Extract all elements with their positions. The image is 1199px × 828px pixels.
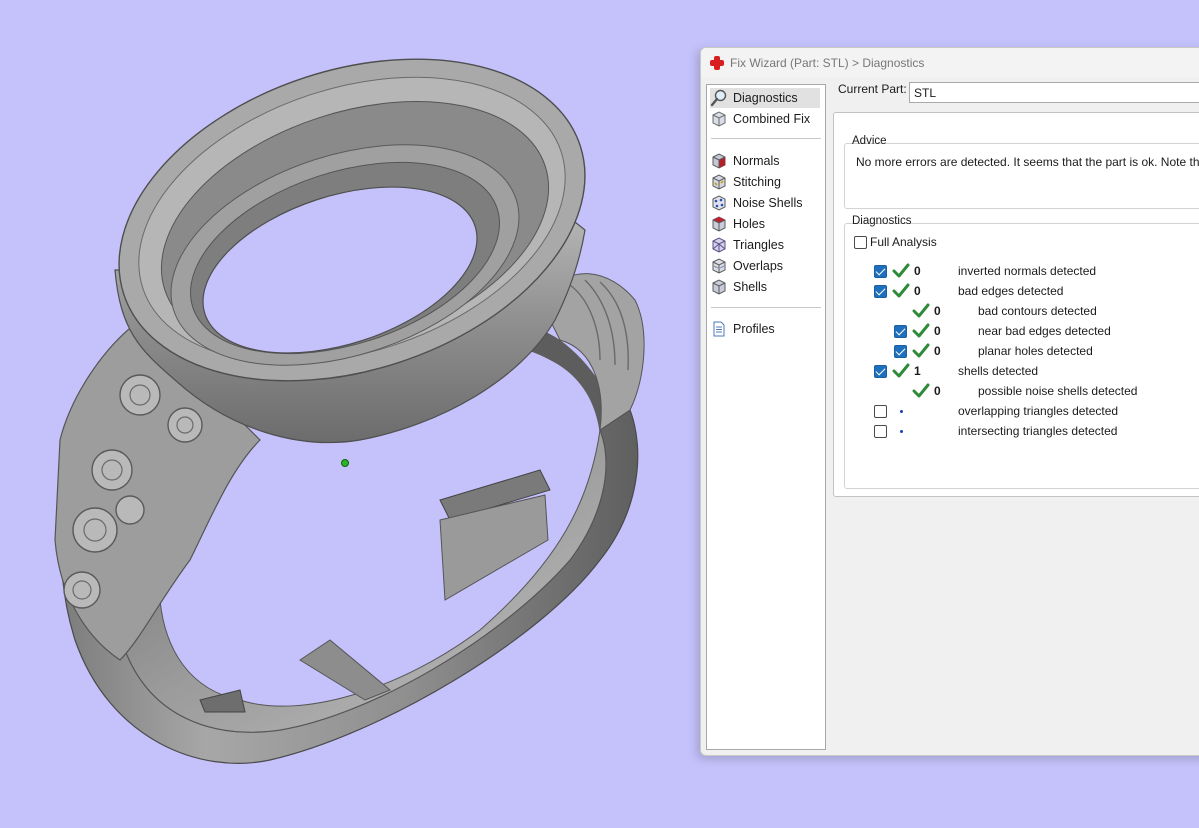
advice-title: Advice xyxy=(852,135,887,147)
nav-divider xyxy=(711,138,821,139)
nav-label: Profiles xyxy=(733,322,775,336)
current-part-field[interactable]: STL xyxy=(909,82,1199,103)
stitching-cube-icon xyxy=(712,174,726,190)
shells-checkbox[interactable] xyxy=(874,365,887,378)
nav-item-diagnostics[interactable]: Diagnostics xyxy=(710,88,820,108)
inverted-normals-checkbox[interactable] xyxy=(874,265,887,278)
diag-label: planar holes detected xyxy=(978,344,1093,358)
diag-label: near bad edges detected xyxy=(978,324,1111,338)
diag-label: intersecting triangles detected xyxy=(958,424,1118,438)
nav-label: Holes xyxy=(733,217,765,231)
check-icon xyxy=(912,303,930,318)
nav-label: Triangles xyxy=(733,238,784,252)
check-icon xyxy=(892,283,910,298)
nav-item-stitching[interactable]: Stitching xyxy=(710,172,820,192)
count-value: 0 xyxy=(934,304,941,318)
nav-label: Overlaps xyxy=(733,259,784,273)
wizard-nav-panel: Diagnostics Combined Fix Normals Stitchi… xyxy=(706,84,826,750)
check-icon xyxy=(912,383,930,398)
intersecting-triangles-checkbox[interactable] xyxy=(874,425,887,438)
check-icon xyxy=(892,363,910,378)
window-title: Fix Wizard (Part: STL) > Diagnostics xyxy=(730,56,925,70)
normals-cube-icon xyxy=(712,153,726,169)
pivot-marker xyxy=(341,459,349,467)
count-value: 0 xyxy=(934,384,941,398)
count-value: 1 xyxy=(914,364,921,378)
nav-label: Noise Shells xyxy=(733,196,803,210)
advice-group xyxy=(844,143,1199,209)
diag-label: possible noise shells detected xyxy=(978,384,1138,398)
3d-viewport[interactable] xyxy=(0,0,700,828)
count-value: 0 xyxy=(914,264,921,278)
advice-text: No more errors are detected. It seems th… xyxy=(856,155,1199,169)
fix-wizard-window: Fix Wizard (Part: STL) > Diagnostics Dia… xyxy=(700,47,1199,756)
check-icon xyxy=(892,263,910,278)
shells-cube-icon xyxy=(712,279,726,295)
magnifier-icon xyxy=(710,89,727,107)
nav-label: Shells xyxy=(733,280,768,294)
diag-label: overlapping triangles detected xyxy=(958,404,1119,418)
ring-model[interactable] xyxy=(0,0,700,828)
nav-item-shells[interactable]: Shells xyxy=(710,277,820,297)
pending-dot-icon xyxy=(900,410,903,413)
count-value: 0 xyxy=(934,344,941,358)
app-cross-icon xyxy=(710,56,724,70)
diagnostics-panel: Advice No more errors are detected. It s… xyxy=(833,112,1199,497)
nav-item-noise-shells[interactable]: Noise Shells xyxy=(710,193,820,213)
nav-item-combined-fix[interactable]: Combined Fix xyxy=(710,109,820,129)
overlapping-triangles-checkbox[interactable] xyxy=(874,405,887,418)
planar-holes-checkbox[interactable] xyxy=(894,345,907,358)
nav-label: Diagnostics xyxy=(733,91,798,105)
check-icon xyxy=(912,343,930,358)
bad-edges-checkbox[interactable] xyxy=(874,285,887,298)
current-part-label: Current Part: xyxy=(838,82,907,96)
nav-item-holes[interactable]: Holes xyxy=(710,214,820,234)
triangles-cube-icon xyxy=(712,237,726,253)
nav-item-normals[interactable]: Normals xyxy=(710,151,820,171)
pending-dot-icon xyxy=(900,430,903,433)
cube-icon xyxy=(712,111,726,127)
diag-label: bad edges detected xyxy=(958,284,1064,298)
diag-label: inverted normals detected xyxy=(958,264,1097,278)
diag-label: bad contours detected xyxy=(978,304,1097,318)
full-analysis-checkbox[interactable] xyxy=(854,236,867,249)
noise-shells-icon xyxy=(712,195,726,211)
count-value: 0 xyxy=(934,324,941,338)
title-bar[interactable]: Fix Wizard (Part: STL) > Diagnostics xyxy=(701,48,1199,78)
nav-divider xyxy=(711,307,821,308)
nav-item-profiles[interactable]: Profiles xyxy=(710,319,820,339)
nav-label: Normals xyxy=(733,154,780,168)
nav-item-overlaps[interactable]: Overlaps xyxy=(710,256,820,276)
count-value: 0 xyxy=(914,284,921,298)
holes-cube-icon xyxy=(712,216,726,232)
nav-label: Stitching xyxy=(733,175,781,189)
nav-item-triangles[interactable]: Triangles xyxy=(710,235,820,255)
check-icon xyxy=(912,323,930,338)
nav-label: Combined Fix xyxy=(733,112,811,126)
overlaps-cube-icon xyxy=(712,258,726,274)
document-icon xyxy=(713,321,725,337)
diagnostics-title: Diagnostics xyxy=(852,215,912,227)
full-analysis-label: Full Analysis xyxy=(870,235,937,249)
near-bad-edges-checkbox[interactable] xyxy=(894,325,907,338)
diag-label: shells detected xyxy=(958,364,1039,378)
